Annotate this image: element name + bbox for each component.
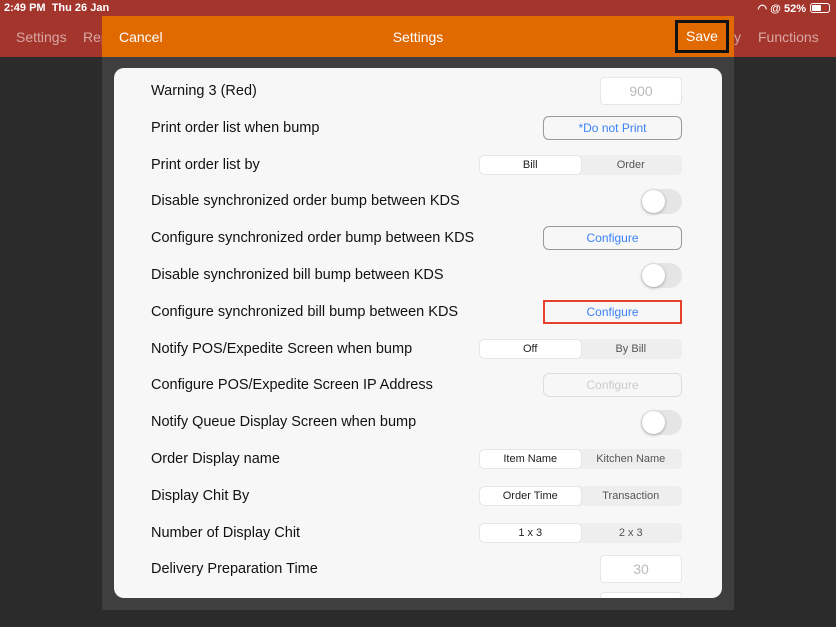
segment-option[interactable]: Off xyxy=(480,339,581,358)
segmented-control: Order Time Transaction xyxy=(479,485,682,506)
segment-option[interactable]: 1 x 3 xyxy=(480,523,581,542)
configure-button[interactable]: *Do not Print xyxy=(543,115,682,140)
modal-header: Cancel Settings Save xyxy=(102,16,734,57)
value-field[interactable]: 900 xyxy=(600,77,682,105)
settings-row: Print order list by Bill Order xyxy=(114,147,722,184)
segment-option[interactable]: By Bill xyxy=(581,340,682,358)
row-label: Disable synchronized bill bump between K… xyxy=(151,267,444,283)
settings-row: Order Display name Item Name Kitchen Name xyxy=(114,441,722,478)
nav-partial[interactable]: y xyxy=(734,29,741,45)
settings-list[interactable]: Warning 3 (Red) 900 Print order list when … xyxy=(114,68,722,598)
status-icons: ◠ @ 52% xyxy=(757,3,807,15)
row-label: Print order list by xyxy=(151,156,260,173)
settings-row xyxy=(114,588,722,598)
settings-row: Number of Display Chit 1 x 32 x 3 xyxy=(114,515,722,552)
settings-row: Disable synchronized order bump between … xyxy=(114,183,722,220)
row-label: Display Chit By xyxy=(151,487,250,504)
segmented-control: Off By Bill xyxy=(479,338,682,359)
settings-row: Delivery Preparation Time 30 xyxy=(114,551,722,588)
configure-button[interactable]: Configure xyxy=(543,226,682,251)
configure-button[interactable]: Configure xyxy=(543,299,682,324)
toggle-switch[interactable] xyxy=(641,263,682,288)
row-label: Order Display name xyxy=(151,451,280,467)
settings-row: Display Chit By Order Time Transaction xyxy=(114,478,722,515)
battery-icon xyxy=(810,3,830,13)
settings-row: Configure POS/Expedite Screen IP Address… xyxy=(114,367,722,404)
row-label: Configure POS/Expedite Screen IP Address xyxy=(151,377,433,394)
settings-row: Print order list when bump *Do not Print xyxy=(114,110,722,147)
segment-option[interactable]: Transaction xyxy=(581,487,682,505)
row-label: Number of Display Chit xyxy=(151,524,301,541)
segment-option[interactable]: Item Name xyxy=(480,450,581,468)
row-label: Configure synchronized bill bump between… xyxy=(151,303,459,320)
location-icon: @ xyxy=(770,3,781,15)
row-label: Disable synchronized order bump between … xyxy=(151,193,460,210)
settings-row: Configure synchronized bill bump between… xyxy=(114,294,722,331)
row-label: Notify POS/Expedite Screen when bump xyxy=(151,340,413,357)
segment-option[interactable]: Order xyxy=(581,156,682,174)
settings-row: Warning 3 (Red) 900 xyxy=(114,73,722,110)
save-button[interactable]: Save xyxy=(675,20,729,53)
segment-option[interactable]: Bill xyxy=(480,155,581,174)
settings-row: Notify POS/Expedite Screen when bump Off B… xyxy=(114,331,722,368)
row-label: Warning 3 (Red) xyxy=(151,83,257,99)
status-time: 2:49 PM Thu 26 Jan xyxy=(4,2,110,14)
row-label: Configure synchronized order bump betwee… xyxy=(151,230,475,247)
wifi-icon: ◠ xyxy=(757,3,768,15)
segment-option[interactable]: 2 x 3 xyxy=(581,524,682,542)
segmented-control: 1 x 32 x 3 xyxy=(479,522,682,543)
configure-button[interactable]: Configure xyxy=(543,373,682,398)
status-bar: 2:49 PM Thu 26 Jan ◠ @ 52% xyxy=(0,0,836,16)
settings-row: Notify Queue Display Screen when bump xyxy=(114,404,722,441)
row-label: Notify Queue Display Screen when bump xyxy=(151,414,417,431)
toggle-switch[interactable] xyxy=(641,410,682,436)
segmented-control: Item Name Kitchen Name xyxy=(479,449,682,469)
modal-title: Settings xyxy=(392,29,444,45)
settings-row: Disable synchronized bill bump between K… xyxy=(114,257,722,294)
value-field[interactable] xyxy=(600,592,682,598)
segment-option[interactable]: Order Time xyxy=(480,486,581,505)
row-label: Print order list when bump xyxy=(151,119,320,136)
nav-settings[interactable]: Settings xyxy=(16,29,67,45)
value-field[interactable]: 30 xyxy=(600,555,682,584)
segmented-control: Bill Order xyxy=(479,154,682,175)
row-label: Delivery Preparation Time xyxy=(151,561,318,578)
nav-functions[interactable]: Functions xyxy=(758,29,819,45)
settings-row: Configure synchronized order bump betwee… xyxy=(114,220,722,257)
segment-option[interactable]: Kitchen Name xyxy=(581,450,682,468)
toggle-switch[interactable] xyxy=(641,189,682,215)
